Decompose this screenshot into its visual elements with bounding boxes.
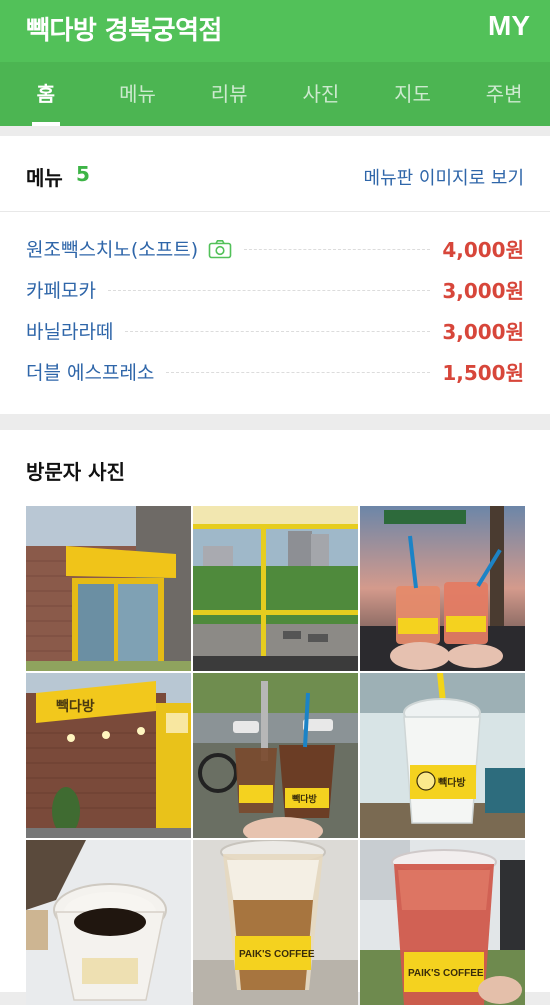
- storefront-photo: [26, 506, 191, 671]
- menu-heading: 메뉴: [26, 166, 63, 190]
- tab-label: 사진: [302, 82, 340, 106]
- drinks-dusk-photo: [360, 506, 525, 671]
- store-title: 빽다방 경복궁역점: [26, 16, 222, 46]
- menu-item[interactable]: 바닐라라떼 3,000원: [26, 310, 524, 351]
- photo-thumbnail[interactable]: 빽다방: [360, 673, 525, 838]
- menu-item-price: 4,000원: [442, 238, 524, 262]
- tab-reviews[interactable]: 리뷰: [183, 62, 275, 126]
- view-menu-image-link[interactable]: 메뉴판 이미지로 보기: [364, 164, 524, 190]
- photo-thumbnail[interactable]: [193, 506, 358, 671]
- photo-thumbnail[interactable]: PAIK'S COFFEE: [193, 840, 358, 1005]
- tab-label: 주변: [485, 82, 523, 106]
- tab-label: 홈: [36, 82, 56, 106]
- menu-list: 원조빽스치노(소프트) 4,000원 카페모카 3,000원 바닐라라떼 3,0…: [26, 228, 524, 392]
- tab-label: 리뷰: [210, 82, 248, 106]
- cup-label-text: 빽다방: [292, 793, 318, 805]
- camera-icon: [208, 239, 232, 258]
- tab-label: 메뉴: [119, 82, 156, 106]
- my-button[interactable]: MY: [488, 10, 530, 42]
- photo-grid: 빽다방 빽다방 빽다방 PAIK'S COFFEE PAIK'S COFFEE: [26, 506, 526, 1005]
- menu-header: 메뉴 5 메뉴판 이미지로 보기: [0, 136, 550, 212]
- espresso-cup-photo: [26, 840, 191, 1005]
- tab-label: 지도: [394, 82, 431, 106]
- tab-home[interactable]: 홈: [0, 62, 92, 126]
- iced-latte-photo: PAIK'S COFFEE: [193, 840, 358, 1005]
- cup-label-text: 빽다방: [438, 776, 466, 789]
- tab-map[interactable]: 지도: [367, 62, 459, 126]
- menu-item-price: 1,500원: [442, 361, 524, 385]
- cup-label-text: PAIK'S COFFEE: [239, 949, 315, 960]
- store-sign-text: 빽다방: [56, 698, 95, 715]
- leader-dots: [244, 249, 431, 250]
- menu-item-name: 원조빽스치노(소프트): [26, 235, 232, 262]
- window-view-photo: [193, 506, 358, 671]
- menu-item[interactable]: 더블 에스프레소 1,500원: [26, 351, 524, 392]
- menu-item[interactable]: 원조빽스치노(소프트) 4,000원: [26, 228, 524, 269]
- leader-dots: [125, 331, 431, 332]
- leader-dots: [107, 290, 431, 291]
- active-tab-indicator: [31, 122, 60, 126]
- leader-dots: [166, 372, 431, 373]
- frappe-cup-photo: 빽다방: [360, 673, 525, 838]
- photo-thumbnail[interactable]: [26, 506, 191, 671]
- store-signage-photo: 빽다방: [26, 673, 191, 838]
- photo-thumbnail[interactable]: 빽다방: [193, 673, 358, 838]
- tab-photos[interactable]: 사진: [275, 62, 367, 126]
- menu-item-name-text: 원조빽스치노(소프트): [26, 239, 199, 261]
- menu-item-name: 카페모카: [26, 280, 96, 302]
- tab-menu[interactable]: 메뉴: [92, 62, 184, 126]
- visitor-photos-heading: 방문자 사진: [26, 460, 125, 484]
- photo-thumbnail[interactable]: PAIK'S COFFEE: [360, 840, 525, 1005]
- menu-item-price: 3,000원: [442, 320, 524, 344]
- visitor-photos-section: 방문자 사진 빽다방 빽다방 빽다방 PAIK'S COFFEE PAIK'S …: [0, 430, 550, 1005]
- menu-item-price: 3,000원: [442, 279, 524, 303]
- menu-item-name: 더블 에스프레소: [26, 362, 155, 384]
- tab-bar: 홈 메뉴 리뷰 사진 지도 주변: [0, 62, 550, 126]
- photo-thumbnail[interactable]: [360, 506, 525, 671]
- menu-item-name: 바닐라라떼: [26, 321, 114, 343]
- tab-nearby[interactable]: 주변: [458, 62, 550, 126]
- menu-item[interactable]: 카페모카 3,000원: [26, 269, 524, 310]
- cup-label-text: PAIK'S COFFEE: [408, 968, 484, 979]
- app-header: 빽다방 경복궁역점 MY: [0, 0, 550, 62]
- menu-count: 5: [76, 162, 90, 186]
- photo-thumbnail[interactable]: 빽다방: [26, 673, 191, 838]
- red-iced-drink-photo: PAIK'S COFFEE: [360, 840, 525, 1005]
- iced-drinks-street-photo: 빽다방: [193, 673, 358, 838]
- photo-thumbnail[interactable]: [26, 840, 191, 1005]
- menu-section: 메뉴 5 메뉴판 이미지로 보기 원조빽스치노(소프트) 4,000원 카페모카…: [0, 136, 550, 414]
